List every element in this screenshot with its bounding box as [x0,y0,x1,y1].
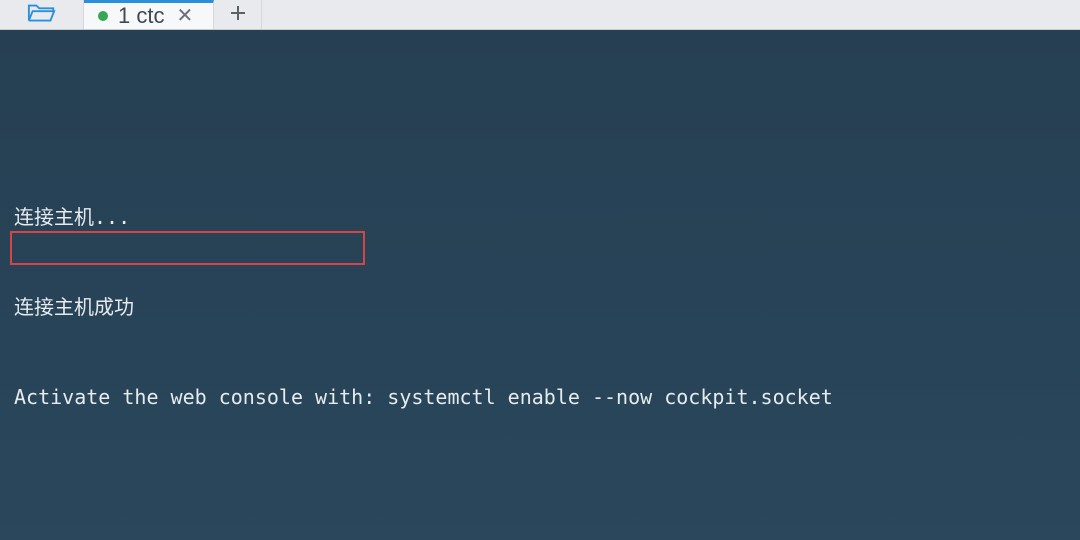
app-window: 1 ctc ✕ 连接主机... 连接主机成功 Activate the web … [0,0,1080,540]
tab-label: 1 ctc [118,3,164,29]
terminal-line: 连接主机... [14,202,1066,232]
terminal-line: 连接主机成功 [14,292,1066,322]
terminal-pane[interactable]: 连接主机... 连接主机成功 Activate the web console … [0,30,1080,540]
tab-close-icon[interactable]: ✕ [174,6,195,26]
tab-modified-dot-icon [98,11,108,21]
terminal-line: Activate the web console with: systemctl… [14,382,1066,412]
folder-open-icon [27,1,57,29]
tab-bar: 1 ctc ✕ [0,0,1080,30]
highlight-box [10,231,365,265]
tab-active[interactable]: 1 ctc ✕ [84,0,214,29]
plus-icon [229,4,247,26]
open-folder-button[interactable] [0,0,84,29]
new-tab-button[interactable] [214,0,262,29]
terminal-blank-line [14,472,1066,502]
